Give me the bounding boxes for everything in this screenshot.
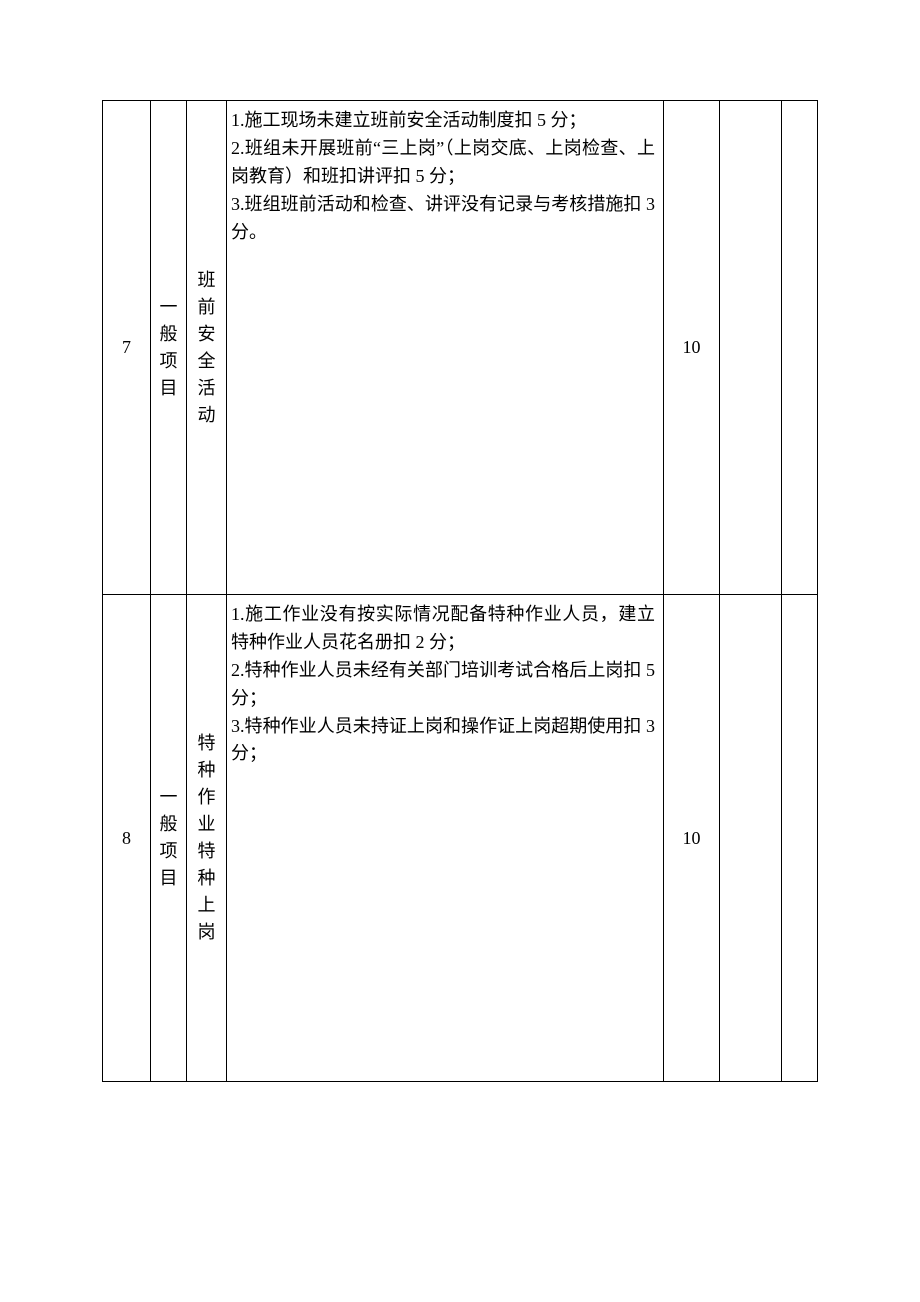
table-row: 7 一般项目 班前安全活动 1.施工现场未建立班前安全活动制度扣 5 分；2.班… bbox=[103, 101, 818, 595]
row-category: 一般项目 bbox=[151, 101, 187, 595]
row-score: 10 bbox=[664, 101, 720, 595]
row-extra1 bbox=[720, 595, 782, 1082]
category-text: 一般项目 bbox=[151, 784, 186, 892]
assessment-table: 7 一般项目 班前安全活动 1.施工现场未建立班前安全活动制度扣 5 分；2.班… bbox=[102, 100, 818, 1082]
row-extra2 bbox=[782, 101, 818, 595]
row-extra1 bbox=[720, 101, 782, 595]
row-content: 1.施工现场未建立班前安全活动制度扣 5 分；2.班组未开展班前“三上岗”（上岗… bbox=[227, 101, 664, 595]
row-subject: 特种作业特种上岗 bbox=[187, 595, 227, 1082]
row-subject: 班前安全活动 bbox=[187, 101, 227, 595]
row-extra2 bbox=[782, 595, 818, 1082]
table-row: 8 一般项目 特种作业特种上岗 1.施工作业没有按实际情况配备特种作业人员，建立… bbox=[103, 595, 818, 1082]
category-text: 一般项目 bbox=[151, 294, 186, 402]
subject-text: 班前安全活动 bbox=[187, 267, 226, 429]
row-content: 1.施工作业没有按实际情况配备特种作业人员，建立特种作业人员花名册扣 2 分；2… bbox=[227, 595, 664, 1082]
subject-text: 特种作业特种上岗 bbox=[187, 730, 226, 946]
row-category: 一般项目 bbox=[151, 595, 187, 1082]
row-number: 8 bbox=[103, 595, 151, 1082]
row-score: 10 bbox=[664, 595, 720, 1082]
row-number: 7 bbox=[103, 101, 151, 595]
